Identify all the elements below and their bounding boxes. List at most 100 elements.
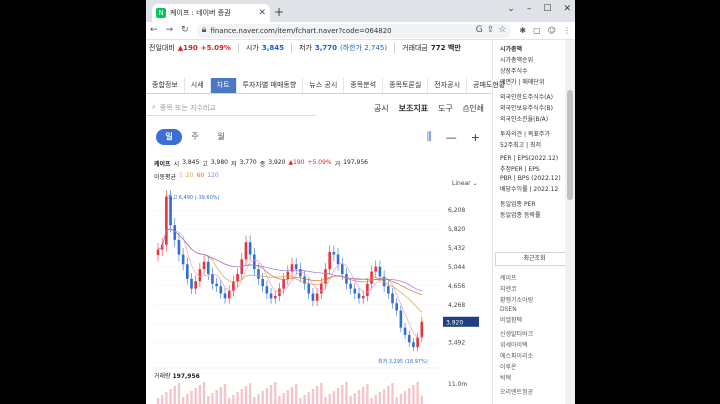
compare-search-input[interactable]: ⌕ 종목 또는 지수비교 (146, 100, 316, 116)
volume-label: 거 (334, 161, 341, 168)
url-text: finance.naver.com/item/fchart.naver?code… (210, 26, 392, 35)
recent-item[interactable]: 오리엔트정공 (493, 386, 575, 397)
volume-bar (307, 392, 310, 404)
new-tab-button[interactable]: + (274, 5, 284, 19)
candle-body (265, 286, 269, 294)
tab-3[interactable]: 투자자별 매매동향 (237, 78, 304, 93)
y-tick-label: 5,432 (448, 245, 465, 252)
recent-item[interactable]: 이루온 (493, 361, 575, 372)
zoom-in-icon[interactable]: + (471, 131, 480, 144)
scale-select[interactable]: Linear ⌄ (452, 180, 478, 187)
candlestick-type-icon[interactable]: ⫼ (427, 130, 432, 144)
volume-bar (236, 392, 239, 404)
candle-body (294, 264, 298, 270)
info-list: 시가총액 시가총액순위 상장주식수 액면가 | 매매단위 외국인한도주식수(A) 외국인… (493, 40, 575, 220)
candle-body (361, 295, 365, 299)
divider (290, 43, 292, 53)
indicator-button[interactable]: 보조지표 (399, 103, 428, 114)
tab-1[interactable]: 시세 (185, 78, 211, 93)
volume-bar (332, 391, 336, 404)
candle-body (211, 274, 214, 284)
candle-body (273, 295, 277, 299)
notice-button[interactable]: 공시 (374, 103, 389, 114)
maximize-icon[interactable]: ☐ (543, 4, 551, 14)
volume-label-line: 거래량 197,956 (154, 371, 200, 380)
browser-tab[interactable]: N 케이프 : 네이버 증권 ✕ (152, 4, 270, 22)
close-window-icon[interactable]: ✕ (563, 4, 571, 14)
recent-item[interactable]: 지엔코 (493, 283, 575, 294)
volume-bar (294, 384, 298, 404)
volume-bar (374, 395, 377, 404)
volume-bar (223, 384, 227, 404)
naver-favicon-icon: N (156, 8, 166, 18)
tab-2[interactable]: 차트 (210, 78, 237, 93)
volume-bar (202, 382, 206, 404)
scrollbar[interactable] (565, 40, 575, 404)
y-tick-label: 4,656 (448, 283, 465, 290)
reload-icon[interactable]: ↻ (181, 26, 189, 35)
tool-button[interactable]: 도구 (438, 103, 453, 114)
scrollbar-thumb[interactable] (567, 90, 573, 200)
period-day-button[interactable]: 일 (156, 129, 182, 145)
tab-bar: N 케이프 : 네이버 증권 ✕ + ⌄ – ☐ ✕ (146, 0, 575, 22)
period-month-button[interactable]: 월 (208, 129, 234, 145)
recent-item[interactable]: 황쟁기소아링 (493, 294, 575, 305)
tab-5[interactable]: 종목분석 (344, 78, 384, 93)
volume-bar (412, 385, 415, 404)
volume-bar (353, 393, 357, 404)
volume-bar (207, 396, 210, 404)
profile-avatar-icon[interactable]: ☺ (548, 26, 556, 35)
close-tab-icon[interactable]: ✕ (258, 8, 266, 18)
info-item: PBR | BPS (2022.12) (500, 175, 561, 182)
info-item: 시가총액 (500, 46, 523, 53)
volume-bar (215, 390, 218, 404)
tab-6[interactable]: 종목토론실 (383, 78, 429, 93)
candle-body (227, 291, 231, 299)
recent-item[interactable]: 위세아이텍 (493, 339, 575, 350)
volume-bar (190, 391, 193, 404)
recent-item[interactable]: DSEN (493, 305, 575, 314)
volume-bar (169, 389, 172, 404)
candle-body (202, 261, 206, 270)
minimize-icon[interactable]: – (527, 4, 532, 14)
menu-icon[interactable]: ⋮ (563, 26, 571, 35)
volume-bar (408, 388, 411, 404)
recent-item[interactable]: 에스피이리소 (493, 350, 575, 361)
share-icon[interactable]: ⇪ (487, 26, 495, 35)
recent-item[interactable]: 케이프 (493, 272, 575, 283)
info-item: 추정PER | EPS (500, 166, 540, 173)
chevron-down-icon[interactable]: ⌄ (507, 4, 515, 14)
volume-bar (282, 393, 285, 404)
volume-bar (156, 398, 160, 404)
recent-item[interactable]: 신생알티바크 (493, 328, 575, 339)
period-week-button[interactable]: 주 (182, 129, 208, 145)
tab-0[interactable]: 종합정보 (146, 78, 185, 93)
url-field[interactable]: 🔒︎ finance.naver.com/item/fchart.naver?c… (196, 23, 512, 38)
candle-body (403, 327, 407, 335)
recent-item[interactable]: 빅텍 (493, 372, 575, 383)
extensions-icon[interactable]: ✱ (519, 26, 526, 35)
star-icon[interactable]: ☆ (498, 26, 506, 35)
sidepanel-icon[interactable]: ▢ (533, 26, 541, 35)
volume-title: 거래량 (154, 373, 171, 380)
info-item: PER | EPS(2022.12) (500, 155, 559, 162)
info-item: 액면가 | 매매단위 (500, 79, 545, 86)
volume-bar (186, 394, 189, 404)
print-button[interactable]: ⎙인쇄 (463, 103, 484, 114)
volume-value: 197,956 (343, 159, 368, 166)
low-label: 저 (231, 161, 237, 168)
forward-icon[interactable]: → (166, 26, 174, 35)
back-icon[interactable]: ← (150, 26, 158, 35)
tab-4[interactable]: 뉴스 공시 (303, 78, 345, 93)
lock-icon: 🔒︎ (201, 25, 207, 35)
candle-body (391, 293, 394, 304)
chart-tools: 공시 보조지표 도구 ⎙인쇄 (374, 103, 492, 114)
recent-viewed-title[interactable]: 최근조회 (495, 252, 574, 266)
google-icon[interactable]: G (476, 26, 483, 35)
tab-7[interactable]: 전자공시 (428, 78, 468, 93)
open-value: 3,845 (261, 44, 284, 52)
candle-body (328, 252, 331, 270)
recent-item[interactable]: 비엘팜텍 (493, 314, 575, 325)
zoom-out-icon[interactable]: — (446, 131, 457, 144)
period-row: 일 주 월 ⫼ — + (146, 127, 492, 147)
